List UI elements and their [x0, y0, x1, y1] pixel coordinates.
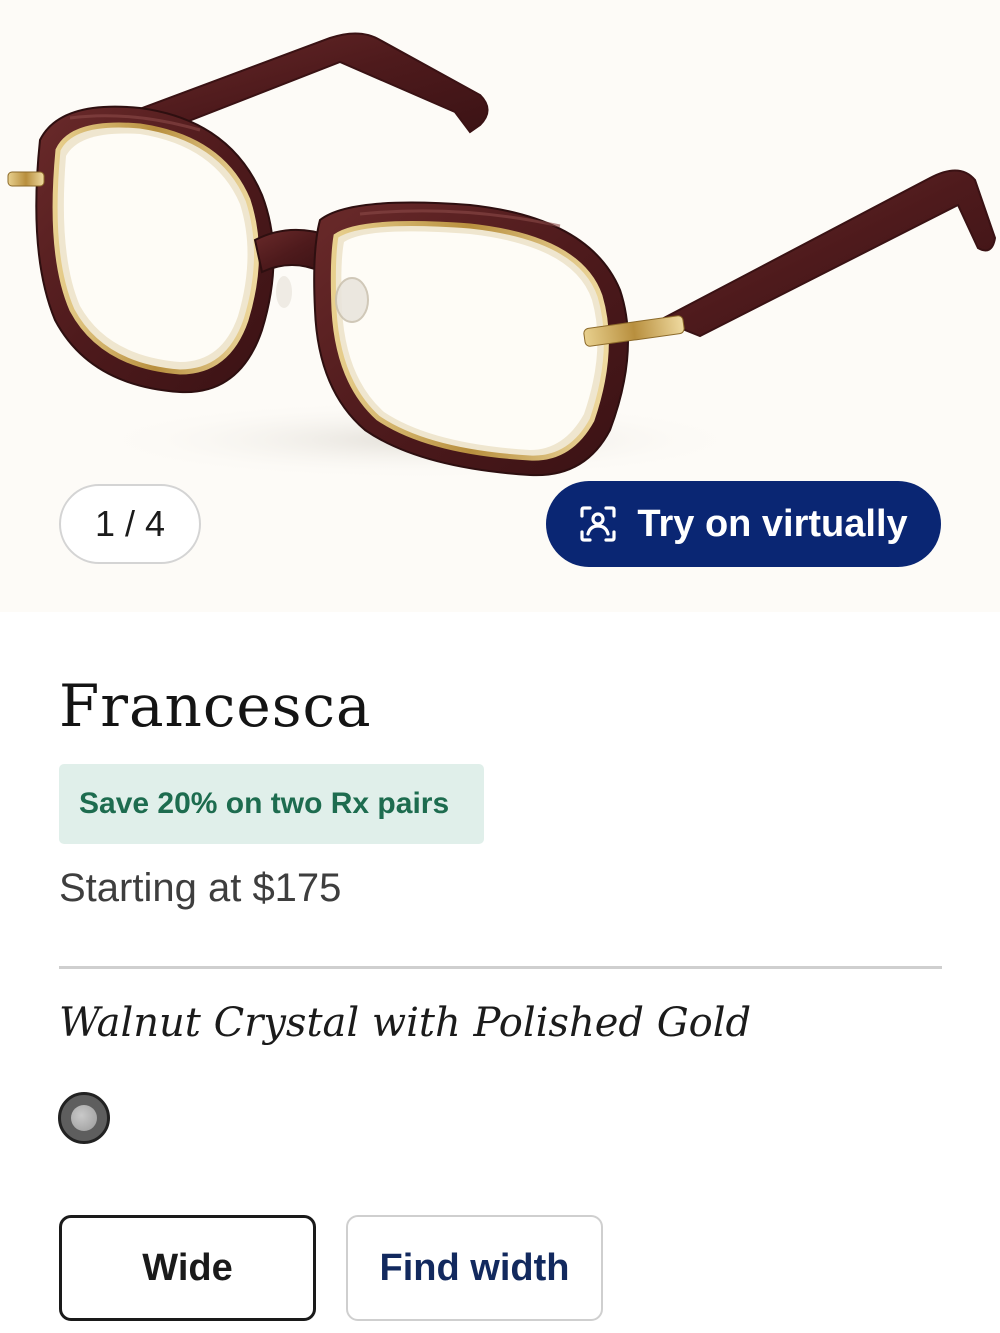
width-option-wide-button[interactable]: Wide — [59, 1215, 316, 1321]
promo-text: Save 20% on two Rx pairs — [79, 787, 450, 820]
find-width-label: Find width — [379, 1246, 570, 1289]
product-price: Starting at $175 — [59, 866, 342, 910]
width-option-label: Wide — [142, 1246, 233, 1289]
swatch-fill — [71, 1105, 97, 1131]
selected-color-name: Walnut Crystal with Polished Gold — [59, 1000, 752, 1046]
find-width-button[interactable]: Find width — [346, 1215, 603, 1321]
face-scan-icon — [580, 506, 616, 542]
promo-badge: Save 20% on two Rx pairs — [59, 764, 484, 844]
product-name: Francesca — [59, 672, 372, 740]
pager-label: 1 / 4 — [94, 503, 166, 544]
try-on-label: Try on virtually — [637, 502, 908, 545]
gallery-pager[interactable]: 1 / 4 — [59, 484, 201, 564]
section-divider — [59, 966, 942, 969]
try-on-virtually-button[interactable]: Try on virtually — [546, 481, 941, 567]
product-gallery[interactable]: 1 / 4 Try on virtually — [0, 0, 1000, 612]
color-swatch-walnut-crystal[interactable] — [58, 1092, 110, 1144]
